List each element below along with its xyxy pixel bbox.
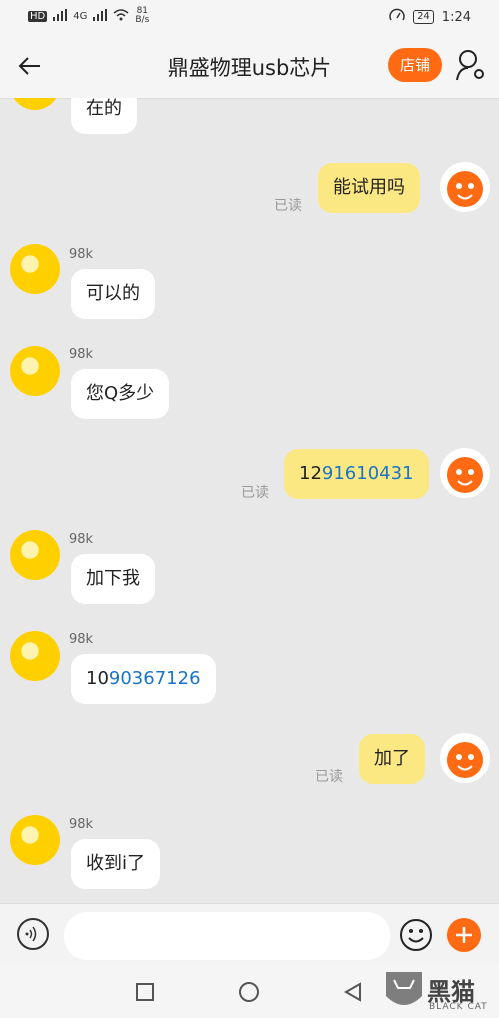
user-settings-button[interactable] [455, 48, 487, 82]
emoji-icon [400, 919, 432, 951]
signal-icon-2 [93, 8, 108, 24]
orange-mascot-icon [447, 742, 483, 778]
network-type: 4G [73, 10, 88, 22]
wifi-icon [113, 8, 129, 24]
my-avatar[interactable] [440, 448, 490, 498]
read-status: 已读 [315, 769, 343, 785]
emoji-button[interactable] [399, 918, 433, 952]
message-bubble[interactable]: 1291610431 [284, 449, 429, 499]
sender-name: 98k [69, 532, 94, 547]
blackcat-watermark: 黑猫 BLACK CAT [382, 966, 499, 1018]
orange-mascot-icon [447, 171, 483, 207]
message-bubble[interactable]: 加下我 [71, 554, 155, 604]
message-bubble[interactable]: 在的 [71, 98, 137, 134]
chat-area[interactable]: 在的 已读 能试用吗 98k 可以的 98k 您Q多少 已读 129161043… [0, 98, 499, 903]
message-bubble[interactable]: 加了 [359, 734, 425, 784]
phone-link[interactable]: 91610431 [322, 463, 414, 484]
speedometer-icon [389, 8, 405, 26]
clock: 1:24 [441, 9, 471, 25]
sender-name: 98k [69, 347, 94, 362]
message-bubble[interactable]: 收到i了 [71, 839, 161, 889]
read-status: 已读 [241, 485, 269, 501]
user-settings-icon [456, 50, 484, 81]
message-bubble[interactable]: 您Q多少 [71, 369, 170, 419]
back-nav-button[interactable] [342, 981, 364, 1003]
other-avatar[interactable] [10, 530, 60, 580]
input-bar [0, 903, 499, 966]
battery-indicator: 24 [413, 10, 434, 24]
my-avatar[interactable] [440, 162, 490, 212]
other-avatar[interactable] [10, 244, 60, 294]
message-text: 10 [86, 668, 109, 689]
other-avatar[interactable] [10, 346, 60, 396]
voice-icon [25, 926, 37, 942]
triangle-back-icon [343, 982, 361, 1002]
read-status: 已读 [274, 198, 302, 214]
cat-shield-icon [386, 972, 422, 1005]
sender-name: 98k [69, 247, 94, 262]
status-left: HD 4G 81 B/s [28, 7, 149, 25]
my-avatar[interactable] [440, 733, 490, 783]
sender-name: 98k [69, 817, 94, 832]
signal-icon [53, 8, 68, 24]
message-input[interactable] [64, 912, 390, 960]
other-avatar[interactable] [10, 631, 60, 681]
sender-name: 98k [69, 632, 94, 647]
voice-button[interactable] [17, 918, 49, 950]
shop-button[interactable]: 店铺 [388, 48, 442, 82]
other-avatar[interactable] [10, 815, 60, 865]
phone-link[interactable]: 90367126 [109, 668, 201, 689]
status-bar: HD 4G 81 B/s 24 1:24 [0, 0, 499, 34]
other-avatar[interactable] [10, 98, 60, 110]
message-text: 12 [299, 463, 322, 484]
net-speed: 81 B/s [135, 7, 149, 25]
net-speed-unit: B/s [135, 15, 150, 25]
message-bubble[interactable]: 可以的 [71, 269, 155, 319]
plus-icon [456, 927, 472, 943]
recent-apps-button[interactable] [136, 983, 154, 1001]
chat-header: 鼎盛物理usb芯片 店铺 [0, 34, 499, 99]
home-button[interactable] [239, 982, 259, 1002]
message-bubble[interactable]: 能试用吗 [318, 163, 420, 213]
orange-mascot-icon [447, 457, 483, 493]
status-right: 24 1:24 [389, 8, 471, 26]
more-button[interactable] [447, 918, 481, 952]
hd-badge: HD [28, 10, 48, 22]
message-bubble[interactable]: 1090367126 [71, 654, 216, 704]
watermark-subtext: BLACK CAT [429, 1002, 488, 1012]
